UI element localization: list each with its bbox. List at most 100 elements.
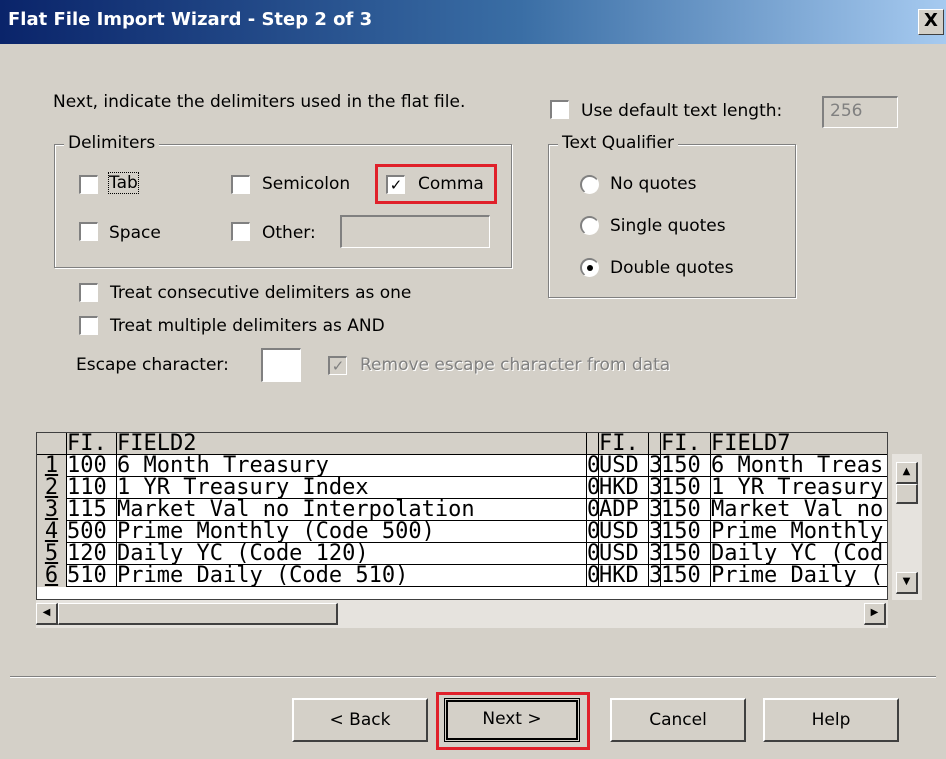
- table-cell: HKD: [599, 565, 649, 587]
- column-header[interactable]: [649, 433, 661, 455]
- no-quotes-radio[interactable]: [580, 175, 599, 194]
- delimiters-group: [54, 144, 512, 268]
- table-cell: HKD: [599, 477, 649, 499]
- column-header[interactable]: [587, 433, 599, 455]
- table-cell: 150: [661, 499, 711, 521]
- semicolon-label: Semicolon: [262, 174, 351, 194]
- horizontal-scroll-thumb[interactable]: [58, 603, 338, 625]
- scroll-right-arrow-icon[interactable]: ▶: [864, 603, 886, 625]
- table-cell: Prime Daily (: [711, 565, 887, 587]
- remove-escape-checkbox[interactable]: ✓: [328, 356, 347, 375]
- next-button[interactable]: Next >: [444, 698, 580, 742]
- table-cell: 0: [587, 565, 599, 587]
- instruction-text: Next, indicate the delimiters used in th…: [53, 92, 466, 112]
- separator: [10, 676, 936, 678]
- treat-multiple-label: Treat multiple delimiters as AND: [110, 316, 385, 336]
- table-cell: Market Val no Interpolation: [117, 499, 587, 521]
- row-index: 4: [37, 521, 67, 543]
- default-text-length-checkbox[interactable]: [550, 100, 569, 119]
- tab-label: Tab: [108, 172, 139, 194]
- no-quotes-label: No quotes: [610, 174, 697, 194]
- column-header[interactable]: FI.: [599, 433, 649, 455]
- column-header[interactable]: FIELD7: [711, 433, 887, 455]
- row-index: 5: [37, 543, 67, 565]
- table-row: 2 110 1 YR Treasury Index 0 HKD 3 150 1 …: [37, 477, 887, 499]
- scroll-up-arrow-icon[interactable]: ▲: [896, 462, 918, 484]
- table-cell: Daily YC (Cod: [711, 543, 887, 565]
- escape-character-input[interactable]: [261, 348, 301, 382]
- column-header[interactable]: FI.: [661, 433, 711, 455]
- horizontal-scrollbar[interactable]: ◀ ▶: [36, 600, 888, 628]
- data-preview-grid[interactable]: FI. FIELD2 FI. FI. FIELD7 1 100 6 Month …: [36, 432, 888, 600]
- table-cell: 3: [649, 499, 661, 521]
- table-cell: 1 YR Treasury: [711, 477, 887, 499]
- help-button[interactable]: Help: [763, 698, 899, 742]
- vertical-scroll-thumb[interactable]: [896, 484, 918, 504]
- table-cell: 150: [661, 543, 711, 565]
- table-cell: 150: [661, 521, 711, 543]
- table-cell: Prime Monthly: [711, 521, 887, 543]
- close-button[interactable]: X: [918, 9, 944, 35]
- table-cell: 0: [587, 543, 599, 565]
- table-cell: 3: [649, 543, 661, 565]
- cancel-button[interactable]: Cancel: [610, 698, 746, 742]
- scroll-left-arrow-icon[interactable]: ◀: [36, 603, 58, 625]
- window-title: Flat File Import Wizard - Step 2 of 3: [8, 9, 373, 30]
- scroll-down-arrow-icon[interactable]: ▼: [896, 572, 918, 594]
- title-bar: Flat File Import Wizard - Step 2 of 3 X: [0, 0, 946, 44]
- table-row: 5 120 Daily YC (Code 120) 0 USD 3 150 Da…: [37, 543, 887, 565]
- other-delimiter-input[interactable]: [340, 215, 490, 248]
- double-quotes-radio[interactable]: [580, 258, 599, 277]
- table-cell: USD: [599, 455, 649, 477]
- table-cell: 510: [67, 565, 117, 587]
- table-row: 6 510 Prime Daily (Code 510) 0 HKD 3 150…: [37, 565, 887, 587]
- default-text-length-input[interactable]: 256: [822, 96, 898, 128]
- table-cell: 150: [661, 565, 711, 587]
- other-checkbox[interactable]: [231, 222, 250, 241]
- table-row: 3 115 Market Val no Interpolation 0 ADP …: [37, 499, 887, 521]
- row-index: 2: [37, 477, 67, 499]
- table-cell: Prime Daily (Code 510): [117, 565, 587, 587]
- vertical-scrollbar[interactable]: ▲ ▼: [892, 454, 922, 600]
- single-quotes-label: Single quotes: [610, 216, 726, 236]
- table-cell: 3: [649, 477, 661, 499]
- table-cell: ADP: [599, 499, 649, 521]
- treat-consecutive-label: Treat consecutive delimiters as one: [110, 283, 412, 303]
- semicolon-checkbox[interactable]: [231, 175, 250, 194]
- table-cell: 0: [587, 499, 599, 521]
- comma-checkbox[interactable]: ✓: [386, 175, 405, 194]
- table-cell: 150: [661, 455, 711, 477]
- space-label: Space: [109, 223, 161, 243]
- remove-escape-label: Remove escape character from data: [360, 355, 671, 375]
- text-qualifier-legend: Text Qualifier: [558, 133, 678, 153]
- single-quotes-radio[interactable]: [580, 216, 599, 235]
- table-cell: USD: [599, 543, 649, 565]
- treat-multiple-checkbox[interactable]: [79, 316, 98, 335]
- table-row: 1 100 6 Month Treasury 0 USD 3 150 6 Mon…: [37, 455, 887, 477]
- table-cell: 6 Month Treas: [711, 455, 887, 477]
- row-index: 1: [37, 455, 67, 477]
- table-cell: 3: [649, 521, 661, 543]
- row-index: 6: [37, 565, 67, 587]
- column-header[interactable]: FI.: [67, 433, 117, 455]
- table-cell: 6 Month Treasury: [117, 455, 587, 477]
- table-cell: 3: [649, 455, 661, 477]
- table-cell: 115: [67, 499, 117, 521]
- comma-label: Comma: [418, 174, 484, 194]
- space-checkbox[interactable]: [79, 222, 98, 241]
- table-cell: 0: [587, 455, 599, 477]
- preview-header-row: FI. FIELD2 FI. FI. FIELD7: [37, 433, 887, 455]
- tab-checkbox[interactable]: [79, 175, 98, 194]
- other-label: Other:: [262, 223, 316, 243]
- table-cell: 3: [649, 565, 661, 587]
- table-cell: 0: [587, 521, 599, 543]
- treat-consecutive-checkbox[interactable]: [79, 283, 98, 302]
- double-quotes-label: Double quotes: [610, 258, 734, 278]
- table-cell: Market Val no: [711, 499, 887, 521]
- back-button[interactable]: < Back: [292, 698, 428, 742]
- table-cell: 500: [67, 521, 117, 543]
- table-cell: Daily YC (Code 120): [117, 543, 587, 565]
- table-cell: 0: [587, 477, 599, 499]
- column-header[interactable]: FIELD2: [117, 433, 587, 455]
- table-cell: 150: [661, 477, 711, 499]
